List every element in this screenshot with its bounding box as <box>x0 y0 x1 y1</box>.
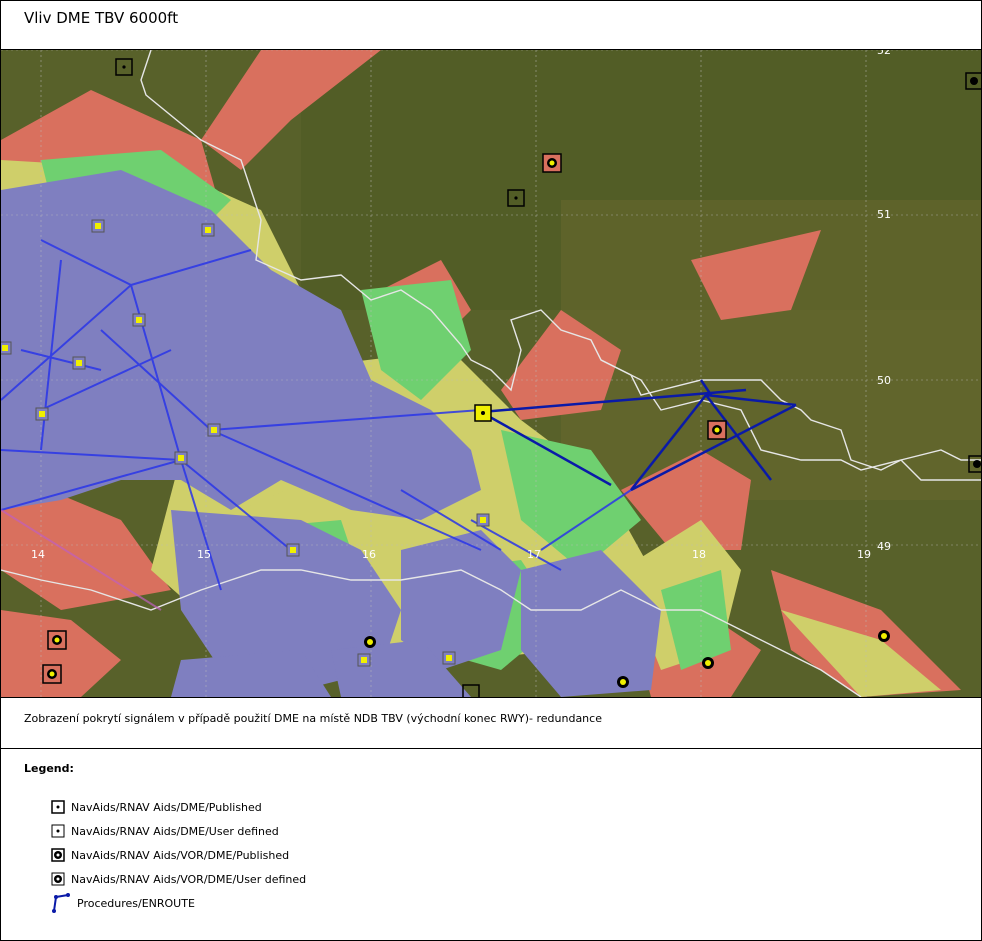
legend-item: Procedures/ENROUTE <box>51 891 306 915</box>
vor-dme-marker <box>702 657 714 669</box>
lat-label: 50 <box>877 374 891 387</box>
caption-bar: Zobrazení pokrytí signálem v případě pou… <box>1 697 981 749</box>
vor-dme-marker <box>617 676 629 688</box>
vor-dme-marker <box>42 664 62 684</box>
legend-title: Legend: <box>24 762 74 775</box>
dme-user-marker <box>442 651 456 665</box>
map-title: Vliv DME TBV 6000ft <box>24 9 179 27</box>
lon-label: 15 <box>197 548 211 561</box>
dme-user-marker <box>357 653 371 667</box>
lon-label: 16 <box>362 548 376 561</box>
lon-label: 18 <box>692 548 706 561</box>
lat-label: 49 <box>877 540 891 553</box>
legend-item: NavAids/RNAV Aids/VOR/DME/Published <box>51 843 306 867</box>
vor-dme-marker <box>542 153 562 173</box>
dme-user-marker <box>476 513 490 527</box>
map-canvas[interactable]: 14 15 16 17 18 19 52 51 50 49 <box>1 50 981 697</box>
legend-item: NavAids/RNAV Aids/DME/User defined <box>51 819 306 843</box>
dme-user-marker <box>201 223 215 237</box>
dme-user-marker <box>174 451 188 465</box>
lon-label: 19 <box>857 548 871 561</box>
dme-published-icon <box>51 800 65 814</box>
enroute-procedure-icon <box>52 893 70 913</box>
legend-items: NavAids/RNAV Aids/DME/Published NavAids/… <box>51 795 306 915</box>
vor-dme-user-defined-icon <box>51 872 65 886</box>
legend-label: NavAids/RNAV Aids/DME/Published <box>71 800 262 814</box>
lat-label: 51 <box>877 208 891 221</box>
vor-dme-marker <box>707 420 727 440</box>
dme-user-marker <box>35 407 49 421</box>
legend-label: NavAids/RNAV Aids/VOR/DME/Published <box>71 848 290 862</box>
dme-user-defined-icon <box>51 824 65 838</box>
dme-user-marker <box>72 356 86 370</box>
dme-user-marker <box>207 423 221 437</box>
legend-item: NavAids/RNAV Aids/VOR/DME/User defined <box>51 867 306 891</box>
dme-user-marker <box>132 313 146 327</box>
dme-user-marker <box>286 543 300 557</box>
vor-dme-marker <box>47 630 67 650</box>
legend-item: NavAids/RNAV Aids/DME/Published <box>51 795 306 819</box>
legend-label: Procedures/ENROUTE <box>77 896 195 910</box>
map-caption: Zobrazení pokrytí signálem v případě pou… <box>24 712 602 725</box>
legend-panel: Legend: NavAids/RNAV Aids/DME/Published … <box>1 749 981 939</box>
vor-dme-published-icon <box>51 848 65 862</box>
dme-marker <box>474 404 492 422</box>
coverage-map[interactable]: 14 15 16 17 18 19 52 51 50 49 <box>1 50 981 697</box>
dme-user-marker <box>91 219 105 233</box>
lat-label: 52 <box>877 50 891 57</box>
title-bar: Vliv DME TBV 6000ft <box>1 1 981 50</box>
vor-dme-marker <box>878 630 890 642</box>
vor-dme-marker <box>364 636 376 648</box>
dme-user-marker <box>1 341 12 355</box>
lon-label: 14 <box>31 548 45 561</box>
legend-label: NavAids/RNAV Aids/VOR/DME/User defined <box>71 872 307 886</box>
legend-label: NavAids/RNAV Aids/DME/User defined <box>71 824 279 838</box>
lon-label: 17 <box>527 548 541 561</box>
